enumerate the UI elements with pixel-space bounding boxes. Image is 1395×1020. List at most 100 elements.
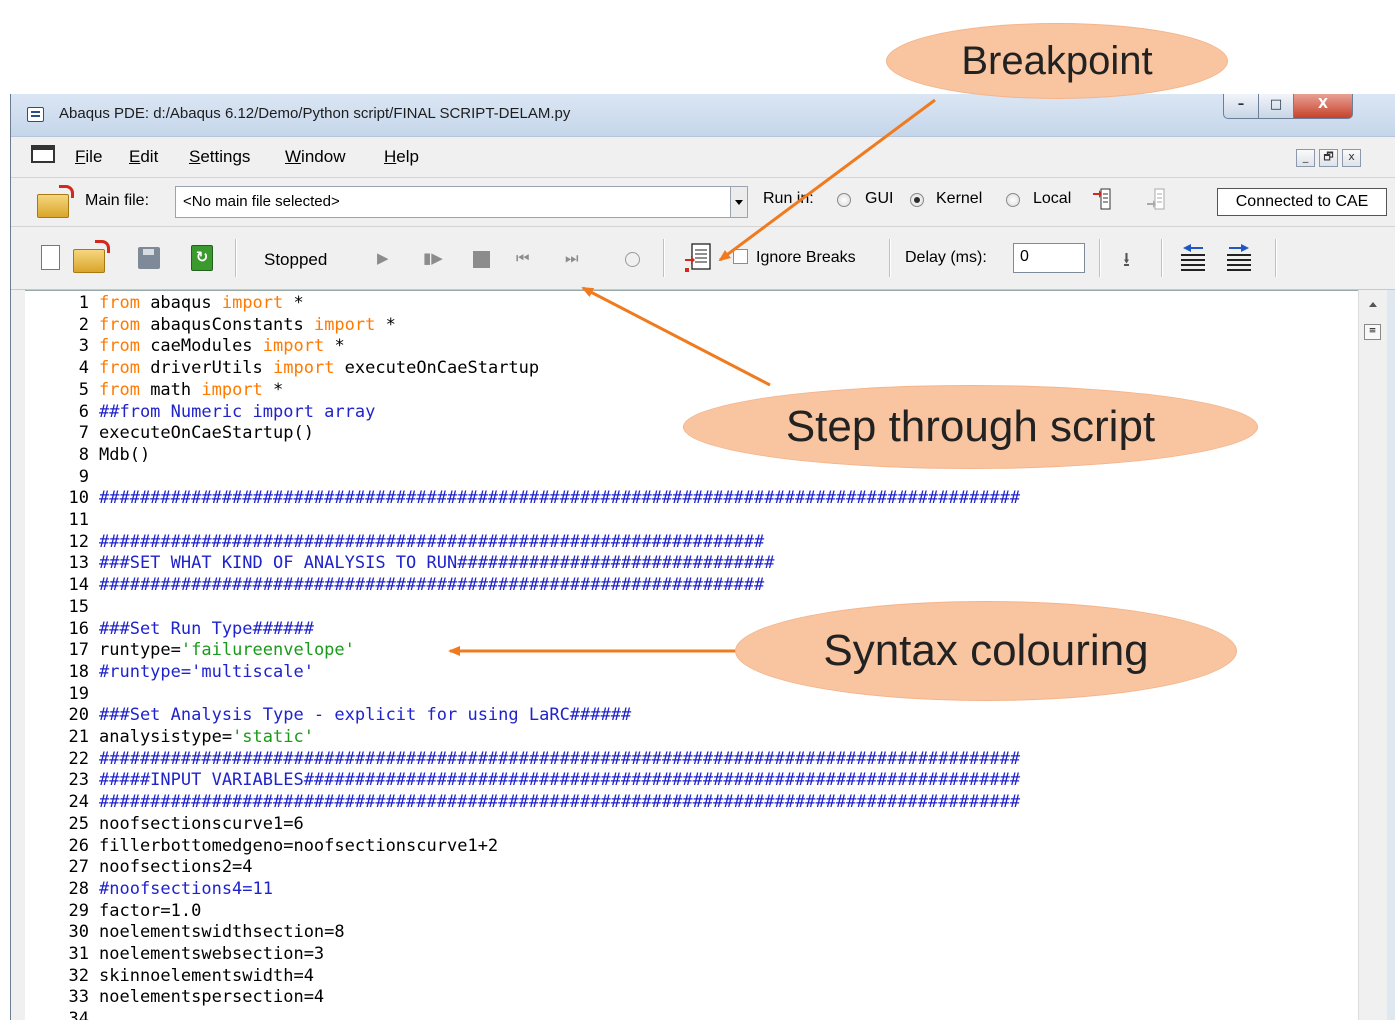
menu-help[interactable]: Help: [384, 147, 419, 167]
line-number[interactable]: 13: [25, 553, 89, 575]
line-number[interactable]: 28: [25, 879, 89, 901]
string-token: 'static': [232, 727, 314, 747]
outdent-icon[interactable]: [1179, 243, 1207, 273]
mdi-close-button[interactable]: x: [1342, 149, 1361, 167]
code-text: from caeModules import *: [99, 336, 345, 358]
comment-token: ###Set Run Type######: [99, 618, 314, 639]
code-token: abaqus: [139, 293, 222, 313]
line-number[interactable]: 7: [25, 423, 89, 445]
reload-icon[interactable]: ↻: [191, 245, 213, 271]
line-number[interactable]: 2: [25, 315, 89, 337]
open-main-file-icon[interactable]: [37, 185, 74, 218]
line-number[interactable]: 26: [25, 836, 89, 858]
ignore-breaks-checkbox[interactable]: [733, 249, 748, 264]
step-icon[interactable]: ▮▶: [423, 249, 443, 267]
play-icon[interactable]: ▶: [377, 249, 389, 267]
line-number[interactable]: 29: [25, 901, 89, 923]
close-button[interactable]: X: [1293, 94, 1353, 119]
chevron-down-icon[interactable]: [730, 187, 747, 217]
line-number[interactable]: 12: [25, 532, 89, 554]
line-number[interactable]: 34: [25, 1009, 89, 1020]
comment-token: #####INPUT VARIABLES####################…: [99, 770, 1021, 791]
comment-token: #runtype='multiscale': [99, 661, 314, 682]
app-icon[interactable]: [27, 107, 44, 122]
line-number[interactable]: 16: [25, 619, 89, 641]
main-file-label: Main file:: [85, 192, 150, 209]
line-number[interactable]: 5: [25, 380, 89, 402]
start-session-icon[interactable]: [1093, 187, 1111, 213]
line-number[interactable]: 32: [25, 966, 89, 988]
new-file-icon[interactable]: [41, 245, 60, 270]
code-token: noelementswebsection=3: [99, 944, 325, 964]
mdi-minimize-button[interactable]: _: [1296, 149, 1315, 167]
stop-icon[interactable]: [473, 251, 490, 268]
menu-window[interactable]: Window: [285, 147, 345, 167]
code-token: noelementswidthsection=8: [99, 922, 345, 943]
line-number[interactable]: 18: [25, 662, 89, 684]
line-number[interactable]: 33: [25, 987, 89, 1009]
line-number[interactable]: 21: [25, 727, 89, 749]
code-text: #runtype='multiscale': [99, 662, 314, 684]
record-icon[interactable]: [625, 252, 640, 267]
code-text: ########################################…: [99, 792, 1020, 814]
line-number[interactable]: 24: [25, 792, 89, 814]
line-number[interactable]: 19: [25, 684, 89, 706]
radio-kernel[interactable]: [910, 193, 924, 207]
minimize-button[interactable]: –: [1223, 94, 1259, 119]
line-number[interactable]: 20: [25, 705, 89, 727]
code-token: noelementspersection=4: [99, 987, 325, 1008]
line-number[interactable]: 10: [25, 488, 89, 510]
document-icon[interactable]: [31, 145, 55, 163]
line-number[interactable]: 31: [25, 944, 89, 966]
line-number[interactable]: 8: [25, 445, 89, 467]
toolbar-separator: [1099, 239, 1101, 277]
line-number[interactable]: 23: [25, 770, 89, 792]
mdi-restore-button[interactable]: 🗗: [1319, 149, 1338, 167]
menu-file[interactable]: File: [75, 147, 102, 167]
line-number[interactable]: 1: [25, 293, 89, 315]
code-text: from driverUtils import executeOnCaeStar…: [99, 358, 539, 380]
breakpoint-icon[interactable]: [685, 242, 713, 272]
maximize-button[interactable]: □: [1258, 94, 1294, 119]
code-token: executeOnCaeStartup: [334, 358, 540, 379]
line-number[interactable]: 6: [25, 402, 89, 424]
keyword-token: import: [273, 358, 335, 379]
save-icon[interactable]: [138, 247, 160, 269]
comment-token: ########################################…: [99, 488, 1021, 509]
vertical-scrollbar[interactable]: ≡: [1358, 290, 1387, 1020]
line-number[interactable]: 17: [25, 640, 89, 662]
rewind-icon[interactable]: ⏮: [516, 249, 530, 267]
line-number[interactable]: 25: [25, 814, 89, 836]
radio-gui-label: GUI: [865, 190, 894, 207]
scroll-up-icon[interactable]: [1369, 302, 1377, 307]
code-text: noofsectionscurve1=6: [99, 814, 304, 836]
code-token: runtype=: [99, 640, 181, 661]
menu-settings[interactable]: Settings: [189, 147, 250, 167]
open-file-icon[interactable]: [73, 240, 110, 273]
line-number[interactable]: 27: [25, 857, 89, 879]
indent-icon[interactable]: [1225, 243, 1253, 273]
main-file-dropdown[interactable]: <No main file selected>: [175, 186, 748, 218]
line-number[interactable]: 9: [25, 467, 89, 489]
radio-local[interactable]: [1006, 193, 1020, 207]
title-bar[interactable]: Abaqus PDE: d:/Abaqus 6.12/Demo/Python s…: [11, 94, 1395, 137]
stop-session-icon[interactable]: [1147, 187, 1165, 213]
scroll-marker-icon[interactable]: ≡: [1364, 324, 1381, 340]
syntax-callout: Syntax colouring: [736, 602, 1236, 700]
fast-forward-icon[interactable]: ⏭: [565, 249, 579, 267]
menu-edit[interactable]: Edit: [129, 147, 158, 167]
goto-line-icon[interactable]: ⭳: [1123, 245, 1130, 279]
line-number[interactable]: 14: [25, 575, 89, 597]
radio-gui[interactable]: [837, 193, 851, 207]
delay-input[interactable]: 0: [1013, 243, 1085, 273]
code-text: from abaqusConstants import *: [99, 315, 396, 337]
main-file-row: Main file: <No main file selected> Run i…: [11, 178, 1395, 227]
line-number[interactable]: 3: [25, 336, 89, 358]
code-text: ########################################…: [99, 488, 1020, 510]
line-number[interactable]: 4: [25, 358, 89, 380]
line-number[interactable]: 11: [25, 510, 89, 532]
line-number[interactable]: 15: [25, 597, 89, 619]
line-number[interactable]: 22: [25, 749, 89, 771]
code-text: from math import *: [99, 380, 283, 402]
line-number[interactable]: 30: [25, 922, 89, 944]
